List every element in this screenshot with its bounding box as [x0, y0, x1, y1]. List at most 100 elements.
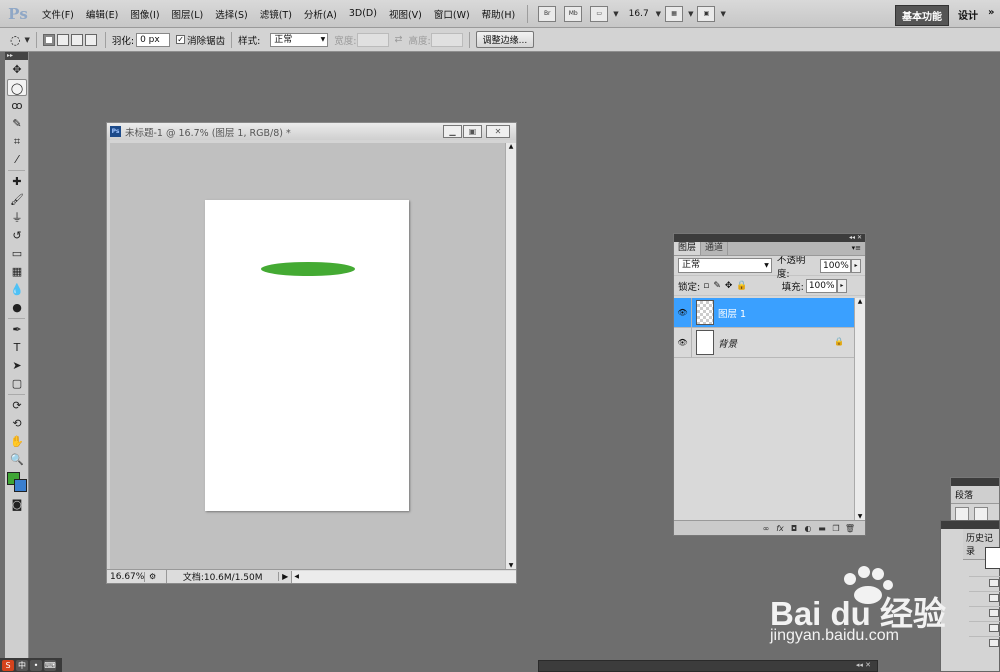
layer-row-layer1[interactable]: 👁 图层 1: [674, 297, 854, 328]
dodge-tool-icon[interactable]: ●: [7, 299, 27, 316]
blend-mode-select[interactable]: 正常: [678, 258, 772, 273]
layer-name[interactable]: 图层 1: [718, 306, 746, 320]
lock-image-pixels-icon[interactable]: ✎: [713, 281, 721, 291]
document-horizontal-scrollbar[interactable]: ◀: [291, 570, 516, 583]
document-zoom-field[interactable]: 16.67%: [107, 571, 145, 582]
panel-header-controls[interactable]: [941, 521, 999, 529]
menu-window[interactable]: 窗口(W): [428, 7, 476, 21]
menu-layer[interactable]: 图层(L): [166, 7, 210, 21]
lasso-tool-icon[interactable]: ꝏ: [7, 97, 27, 114]
add-to-selection-button[interactable]: [56, 33, 69, 46]
new-layer-icon[interactable]: ❐: [829, 524, 843, 533]
restore-button[interactable]: ▣: [463, 125, 482, 138]
collapsed-panel-strip[interactable]: ◂◂ ✕: [538, 660, 878, 672]
document-size-info[interactable]: 文档:10.6M/1.50M: [166, 570, 278, 583]
panel-menu-icon[interactable]: ▾≡: [852, 244, 861, 252]
elliptical-marquee-tool-icon[interactable]: ◯: [7, 79, 27, 96]
3d-rotate-tool-icon[interactable]: ⟳: [7, 397, 27, 414]
move-tool-icon[interactable]: ✥: [7, 61, 27, 78]
chevron-down-icon[interactable]: ▼: [24, 36, 29, 44]
3d-orbit-tool-icon[interactable]: ⟲: [7, 415, 27, 432]
green-ellipse-shape[interactable]: [261, 262, 355, 276]
punctuation-icon[interactable]: •: [30, 659, 42, 671]
brush-tool-icon[interactable]: 🖌: [7, 191, 27, 208]
screen-mode-button[interactable]: ▣: [697, 5, 716, 22]
scroll-up-arrow-icon[interactable]: ▲: [506, 143, 516, 150]
spot-healing-tool-icon[interactable]: ✚: [7, 173, 27, 190]
input-mode-icon[interactable]: 中: [16, 659, 28, 671]
document-titlebar[interactable]: Ps 未标题-1 @ 16.7% (图层 1, RGB/8) * ▁ ▣ ✕: [107, 123, 516, 140]
crop-tool-icon[interactable]: ⌗: [7, 133, 27, 150]
workspace-essentials-button[interactable]: 基本功能: [895, 5, 949, 26]
clone-stamp-tool-icon[interactable]: ⏚: [7, 209, 27, 226]
layer-row-background[interactable]: 👁 背景 🔒: [674, 327, 854, 358]
layer-mask-icon[interactable]: ◘: [787, 524, 801, 533]
elliptical-marquee-preset-icon[interactable]: ◌: [10, 33, 20, 47]
layers-vertical-scrollbar[interactable]: ▲ ▼: [854, 298, 865, 520]
lock-transparent-pixels-icon[interactable]: ▫: [703, 281, 709, 291]
height-input[interactable]: [430, 32, 463, 47]
document-settings-icon[interactable]: ⚙: [149, 572, 156, 581]
document-vertical-scrollbar[interactable]: ▲ ▼: [505, 143, 516, 569]
path-selection-tool-icon[interactable]: ➤: [7, 357, 27, 374]
history-brush-tool-icon[interactable]: ↺: [7, 227, 27, 244]
canvas-page[interactable]: [205, 200, 409, 511]
fill-input[interactable]: 100%: [805, 278, 837, 293]
fill-slider-toggle[interactable]: ▸: [836, 278, 847, 293]
bridge-button[interactable]: Br: [538, 5, 557, 22]
panel-header-controls[interactable]: ◂◂ ✕: [674, 234, 865, 242]
menu-help[interactable]: 帮助(H): [476, 7, 522, 21]
keyboard-icon[interactable]: ⌨: [44, 659, 56, 671]
blur-tool-icon[interactable]: 💧: [7, 281, 27, 298]
type-tool-icon[interactable]: T: [7, 339, 27, 356]
eyedropper-tool-icon[interactable]: ⁄: [7, 151, 27, 168]
menu-edit[interactable]: 编辑(E): [80, 7, 124, 21]
scroll-up-arrow-icon[interactable]: ▲: [855, 298, 865, 305]
hand-tool-icon[interactable]: ✋: [7, 433, 27, 450]
menu-view[interactable]: 视图(V): [383, 7, 428, 21]
lock-all-icon[interactable]: 🔒: [736, 281, 747, 291]
quick-selection-tool-icon[interactable]: ✎: [7, 115, 27, 132]
status-menu-arrow-icon[interactable]: ▶: [278, 572, 291, 581]
mini-bridge-button[interactable]: Mb: [564, 5, 583, 22]
menu-image[interactable]: 图像(I): [124, 7, 165, 21]
eye-icon[interactable]: 👁: [674, 297, 692, 328]
scroll-down-arrow-icon[interactable]: ▼: [855, 513, 865, 520]
new-selection-button[interactable]: [42, 33, 55, 46]
view-extras-button[interactable]: ▭: [590, 5, 609, 22]
scroll-down-arrow-icon[interactable]: ▼: [506, 562, 516, 569]
minimize-button[interactable]: ▁: [443, 125, 462, 138]
lock-position-icon[interactable]: ✥: [725, 281, 733, 291]
new-group-icon[interactable]: ▬: [815, 524, 829, 533]
arrange-documents-button[interactable]: ▦: [665, 5, 684, 22]
menu-select[interactable]: 选择(S): [209, 7, 253, 21]
collapse-toolbox-icon[interactable]: ▸▸: [5, 52, 28, 60]
antialias-checkbox[interactable]: ✓: [176, 35, 186, 44]
rectangle-tool-icon[interactable]: ▢: [7, 375, 27, 392]
chevron-down-icon[interactable]: ▼: [613, 10, 618, 18]
chevron-down-icon[interactable]: ▼: [656, 10, 661, 18]
swap-dimensions-icon[interactable]: ⇄: [395, 34, 403, 45]
opacity-slider-toggle[interactable]: ▸: [851, 258, 861, 273]
gradient-tool-icon[interactable]: ▦: [7, 263, 27, 280]
background-color-swatch[interactable]: [14, 479, 27, 492]
menu-3d[interactable]: 3D(D): [343, 8, 383, 19]
intersect-selection-button[interactable]: [84, 33, 97, 46]
chevron-down-icon[interactable]: ▼: [720, 10, 725, 18]
style-select[interactable]: 正常 ▼: [270, 32, 329, 47]
pen-tool-icon[interactable]: ✒: [7, 321, 27, 338]
close-button[interactable]: ✕: [486, 125, 510, 138]
align-center-icon[interactable]: [974, 507, 988, 521]
layer-style-icon[interactable]: fx: [773, 524, 787, 533]
sogou-input-icon[interactable]: S: [2, 659, 14, 671]
link-layers-icon[interactable]: ∞: [759, 524, 773, 533]
canvas-area[interactable]: [110, 143, 505, 569]
menu-file[interactable]: 文件(F): [36, 7, 80, 21]
subtract-from-selection-button[interactable]: [70, 33, 83, 46]
delete-layer-icon[interactable]: 🗑: [843, 524, 857, 533]
menu-filter[interactable]: 滤镜(T): [254, 7, 298, 21]
feather-input[interactable]: 0 px: [136, 32, 171, 47]
chevron-down-icon[interactable]: ▼: [688, 10, 693, 18]
workspace-more-button[interactable]: »: [988, 7, 994, 18]
workspace-design-button[interactable]: 设计: [958, 7, 978, 22]
